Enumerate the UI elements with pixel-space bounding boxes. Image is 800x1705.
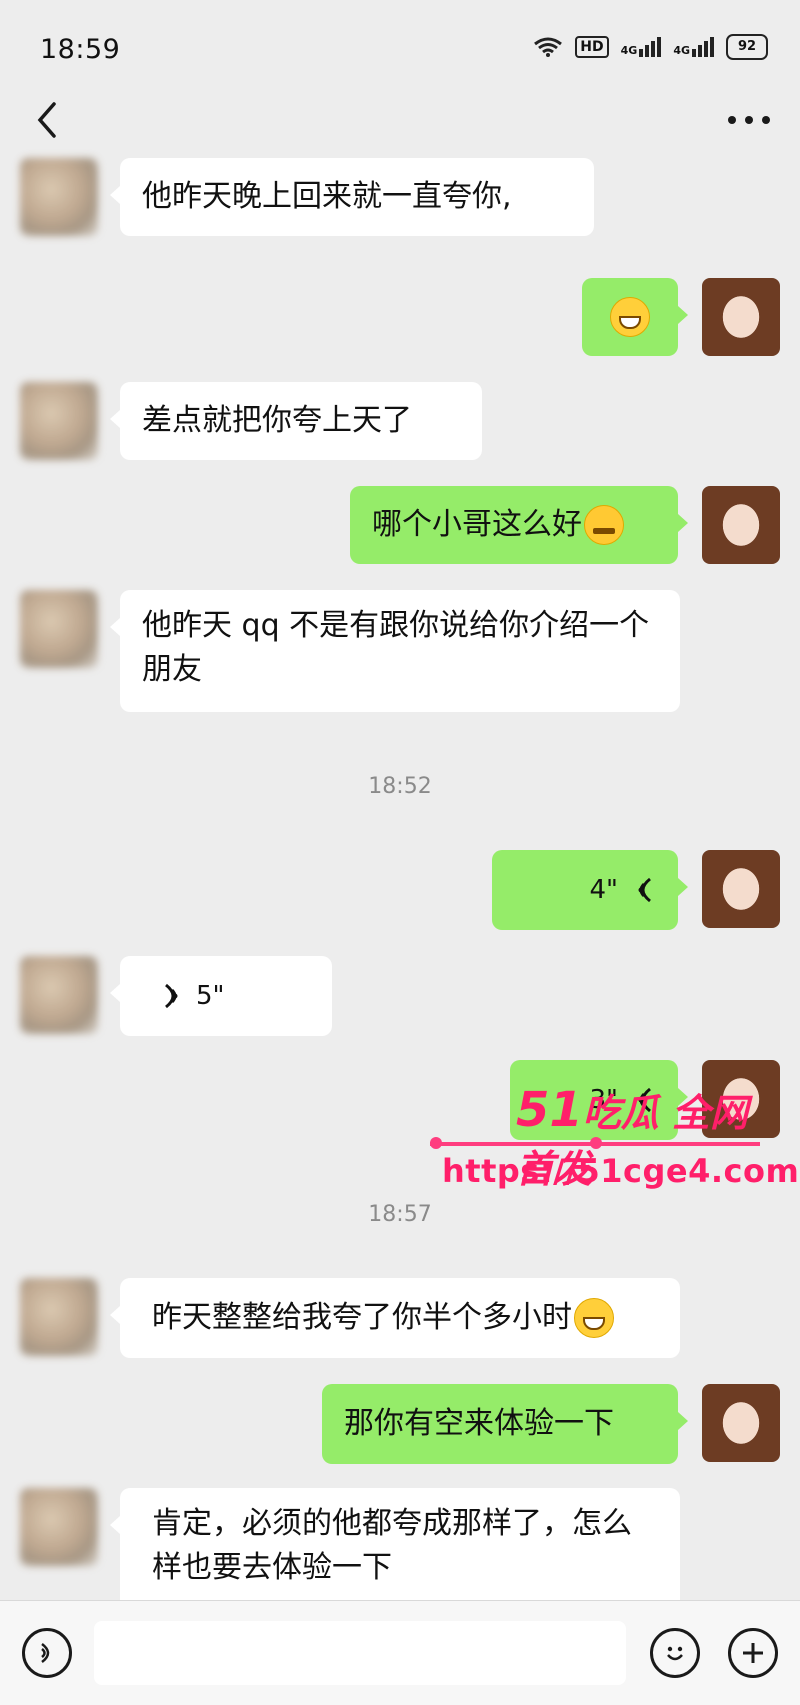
message-bubble-outgoing: 那你有空来体验一下 [322,1384,688,1464]
watermark: 51吃瓜 全网首发 https://51cge4.com [430,1082,799,1192]
voice-input-button[interactable] [22,1628,72,1678]
voice-input-icon [41,1643,50,1663]
battery-icon: 92 [726,34,768,60]
emoji-button[interactable] [650,1628,700,1678]
timestamp: 18:52 [368,774,432,799]
back-button[interactable] [32,98,72,142]
my-avatar[interactable] [702,1384,780,1462]
signal-icon: 4G [621,37,662,57]
contact-avatar[interactable] [20,1278,98,1356]
contact-avatar[interactable] [20,1488,98,1566]
message-text: 他昨天晚上回来就一直夸你, [142,179,512,214]
contact-avatar[interactable] [20,158,98,236]
message-bubble-outgoing [582,278,688,356]
message-input[interactable] [94,1621,626,1685]
message-text: 哪个小哥这么好 [372,507,582,542]
plus-icon [743,1643,763,1663]
message-bubble-incoming: 昨天整整给我夸了你半个多小时 [110,1278,680,1358]
my-avatar[interactable] [702,278,780,356]
message-text: 昨天整整给我夸了你半个多小时 [152,1300,572,1335]
voice-duration: 5" [196,981,225,1011]
status-bar: 18:59 HD 4G 4G 92 [0,0,800,100]
more-button[interactable] [722,100,776,140]
message-text: 那你有空来体验一下 [344,1406,614,1441]
my-avatar[interactable] [702,486,780,564]
wifi-icon [534,37,563,57]
watermark-url: https://51cge4.com [442,1152,800,1190]
status-icons: HD 4G 4G 92 [533,34,768,60]
voice-message-outgoing[interactable]: 4" [492,850,688,930]
voice-message-incoming[interactable]: 5" [110,956,332,1036]
message-text: 肯定，必须的他都夸成那样了，怎么样也要去体验一下 [152,1506,632,1585]
my-avatar[interactable] [702,850,780,928]
message-text: 他昨天 qq 不是有跟你说给你介绍一个朋友 [142,608,650,687]
message-bubble-incoming: 差点就把你夸上天了 [110,382,482,460]
message-text: 差点就把你夸上天了 [142,403,412,438]
timestamp: 18:57 [368,1202,432,1227]
emoji-icon [667,1646,683,1661]
contact-avatar[interactable] [20,956,98,1034]
status-time: 18:59 [40,34,121,65]
grin-emoji-icon [574,1298,614,1338]
input-bar [0,1600,800,1705]
voice-duration: 4" [589,875,618,905]
voice-wave-icon [165,983,178,1009]
message-bubble-incoming: 肯定，必须的他都夸成那样了，怎么样也要去体验一下 [110,1488,680,1610]
thinking-emoji-icon [584,505,624,545]
contact-avatar[interactable] [20,590,98,668]
contact-avatar[interactable] [20,382,98,460]
more-icon [728,116,770,124]
chevron-left-icon [37,102,56,138]
message-bubble-incoming: 他昨天 qq 不是有跟你说给你介绍一个朋友 [110,590,680,712]
add-button[interactable] [728,1628,778,1678]
voice-wave-icon [638,877,651,903]
hd-badge: HD [575,36,609,58]
message-bubble-incoming: 他昨天晚上回来就一直夸你, [110,158,594,236]
message-bubble-outgoing: 哪个小哥这么好 [350,486,688,564]
signal-icon-2: 4G [673,37,714,57]
grin-emoji-icon [610,297,650,337]
